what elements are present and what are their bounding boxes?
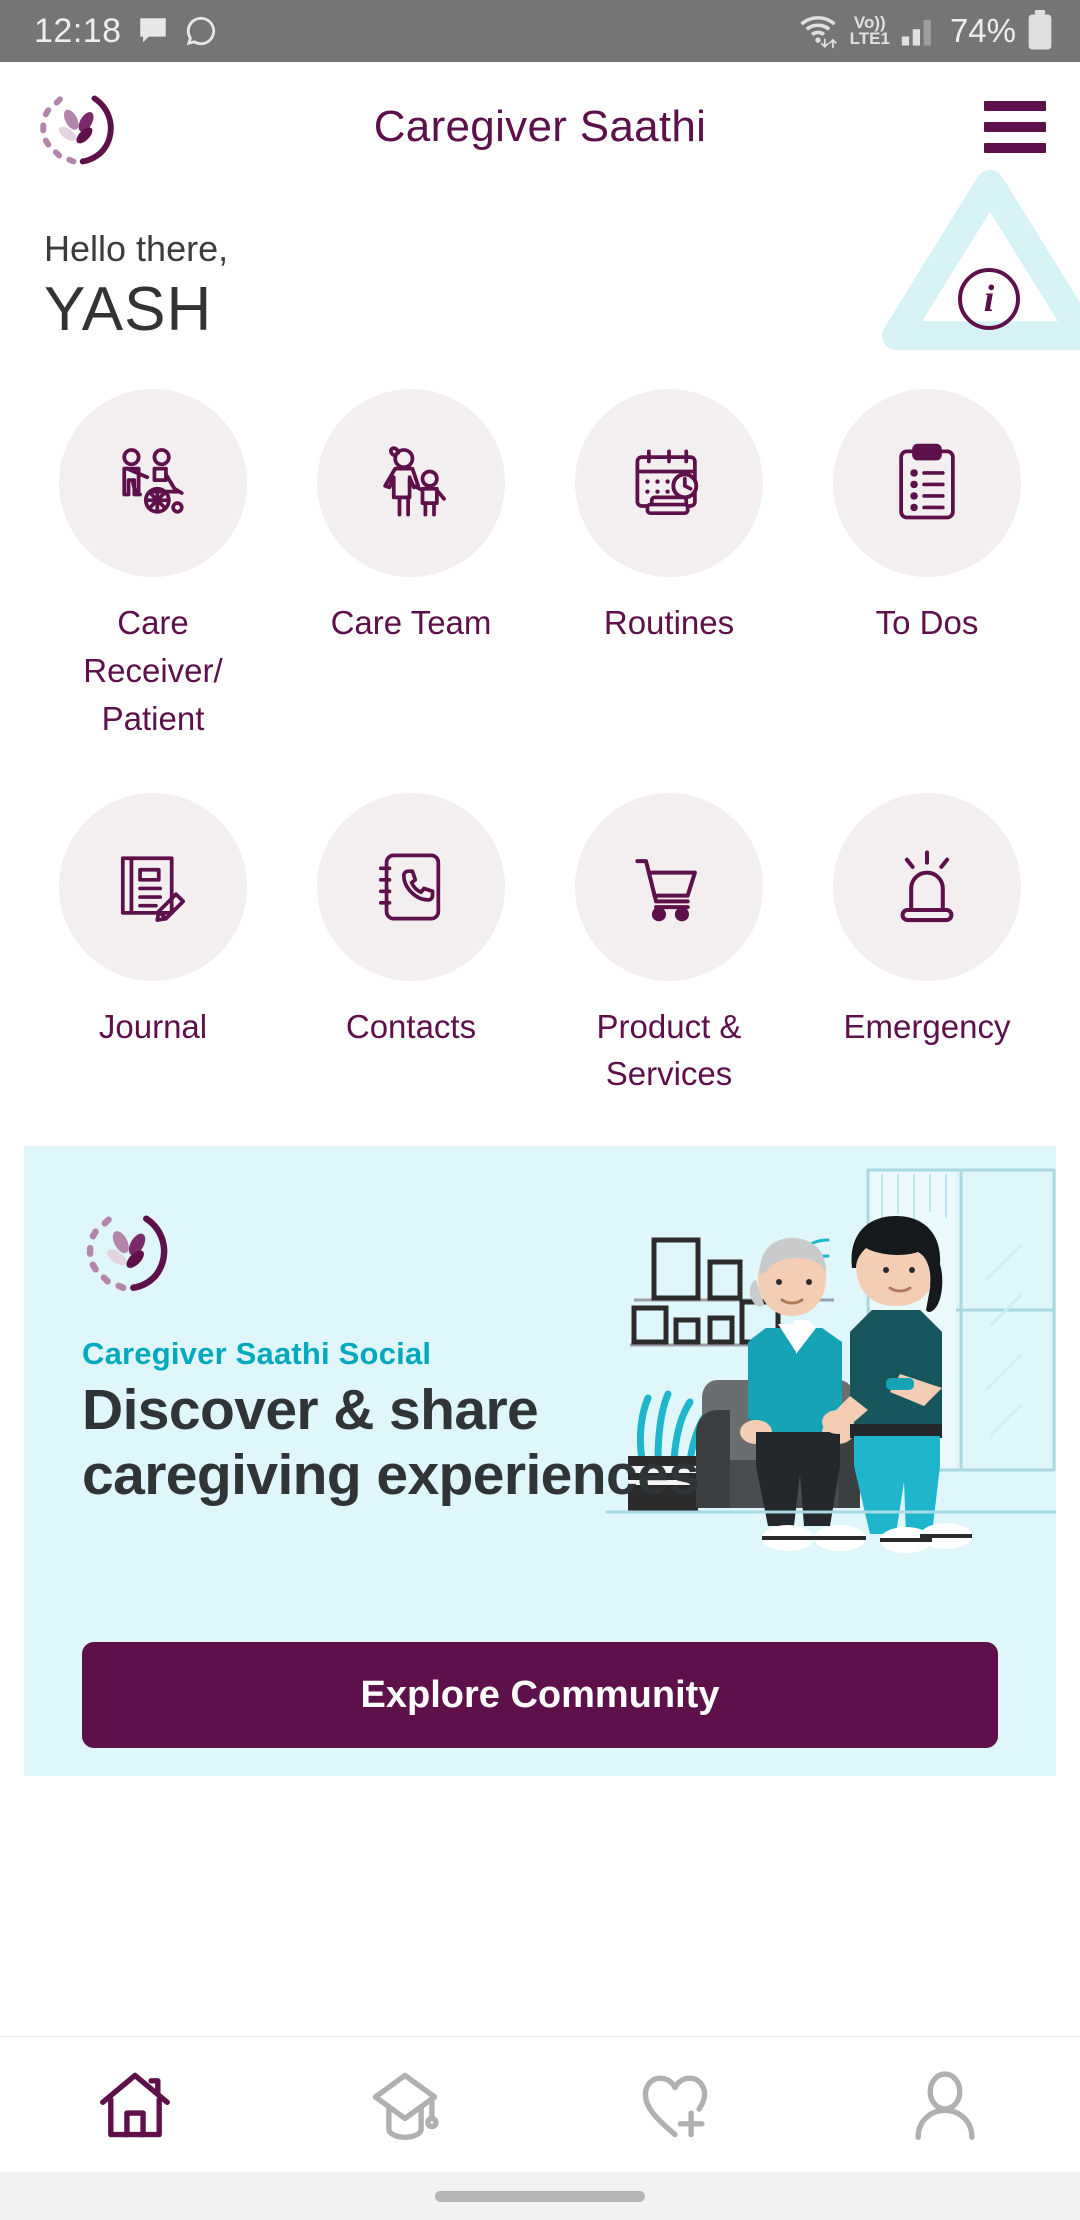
tile-label: Care Team <box>330 604 492 641</box>
tile-emergency[interactable]: Emergency <box>798 792 1056 1099</box>
person-icon <box>915 2070 975 2140</box>
address-book-phone-icon <box>317 792 505 981</box>
wifi-icon <box>800 16 837 49</box>
calendar-clock-icon <box>575 389 763 577</box>
nav-item-learn[interactable] <box>270 2062 540 2148</box>
tile-to-dos[interactable]: To Dos <box>798 389 1056 743</box>
tile-care-team[interactable]: Care Team <box>282 389 540 743</box>
tile-label: Care Receiver/ Patient <box>83 604 223 737</box>
wheelchair-caregiver-icon <box>59 389 247 577</box>
status-time: 12:18 <box>34 11 122 50</box>
status-bar-left: 12:18 <box>34 12 218 51</box>
feature-grid-row-2: Journal Contacts Product & Services Emer… <box>24 792 1056 1099</box>
family-icon <box>317 389 505 577</box>
graduation-cap-icon <box>372 2072 439 2140</box>
nav-item-wellness[interactable] <box>540 2062 810 2148</box>
tile-product-services[interactable]: Product & Services <box>540 792 798 1099</box>
tile-routines[interactable]: Routines <box>540 389 798 743</box>
volte-bottom-label: LTE1 <box>849 29 890 48</box>
tile-journal[interactable]: Journal <box>24 792 282 1099</box>
greeting-section: Hello there, YASH i <box>0 170 1080 350</box>
banner-kicker: Caregiver Saathi Social <box>82 1336 432 1372</box>
siren-alarm-icon <box>833 792 1021 981</box>
clipboard-list-icon <box>833 389 1021 577</box>
tile-contacts[interactable]: Contacts <box>282 792 540 1099</box>
status-bar: 12:18 Vo)) LTE1 74% <box>0 0 1080 62</box>
social-banner: Caregiver Saathi Social Discover & share… <box>24 1146 1056 1777</box>
gesture-navigation-area <box>0 2172 1080 2220</box>
feature-grid: Care Receiver/ Patient Care Team Routine… <box>0 345 1080 1098</box>
signal-bars-icon <box>901 20 931 46</box>
tile-label: Routines <box>603 604 735 641</box>
gesture-bar[interactable] <box>435 2190 645 2202</box>
tile-label: Journal <box>98 1007 208 1045</box>
tile-label: To Dos <box>875 604 979 641</box>
battery-percent: 74% <box>949 12 1016 49</box>
tile-care-receiver[interactable]: Care Receiver/ Patient <box>24 389 282 743</box>
tile-label: Product & Services <box>596 1007 742 1093</box>
page-title: Caregiver Saathi <box>373 102 707 151</box>
shopping-cart-icon <box>575 792 763 981</box>
home-icon <box>100 2072 170 2137</box>
messages-icon <box>139 18 166 43</box>
notebook-pencil-icon <box>59 792 247 981</box>
status-bar-right: Vo)) LTE1 74% <box>796 10 1054 52</box>
nav-item-home[interactable] <box>0 2062 270 2148</box>
volte-indicator: Vo)) LTE1 <box>849 14 890 48</box>
whatsapp-icon <box>186 16 215 46</box>
bottom-navigation <box>0 2036 1080 2172</box>
nav-item-profile[interactable] <box>810 2062 1080 2148</box>
heart-plus-icon <box>642 2074 708 2137</box>
caregiver-saathi-logo <box>34 85 118 169</box>
explore-community-button[interactable]: Explore Community <box>82 1642 998 1749</box>
battery-icon <box>1028 10 1052 50</box>
tile-label: Contacts <box>345 1007 477 1045</box>
feature-grid-row-1: Care Receiver/ Patient Care Team Routine… <box>24 389 1056 743</box>
info-icon[interactable]: i <box>958 268 1020 330</box>
banner-headline: Discover & share caregiving experiences <box>82 1378 700 1508</box>
tile-label: Emergency <box>843 1007 1011 1045</box>
hamburger-menu-icon[interactable] <box>984 101 1046 153</box>
caregiver-saathi-logo <box>80 1204 172 1296</box>
